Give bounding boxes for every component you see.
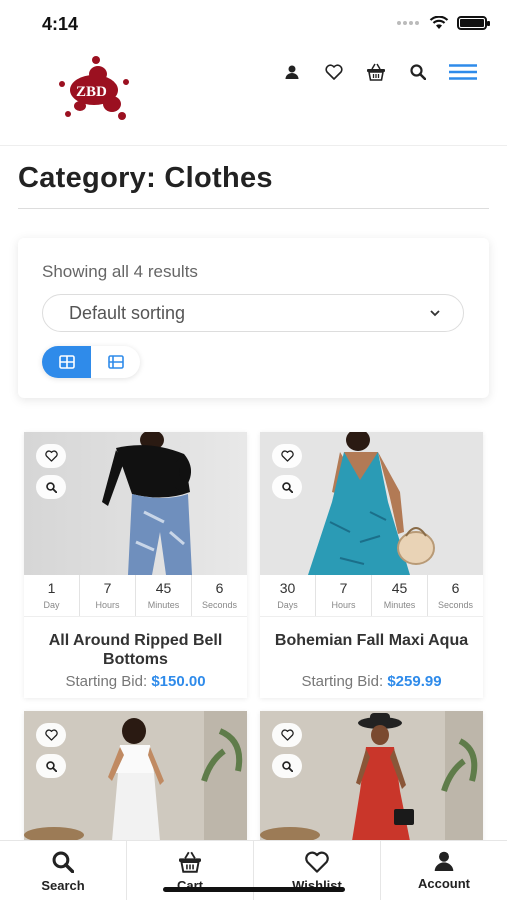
list-view-button[interactable] [91, 346, 140, 378]
product-name[interactable]: Bohemian Fall Maxi Aqua [260, 617, 483, 669]
status-bar: 4:14 [0, 0, 507, 44]
cart-icon[interactable] [355, 58, 397, 86]
add-to-wishlist-button[interactable] [272, 723, 302, 747]
title-divider [18, 208, 489, 209]
quick-view-button[interactable] [36, 475, 66, 499]
heart-icon [44, 729, 58, 741]
product-image[interactable] [260, 711, 483, 841]
product-card[interactable] [24, 711, 247, 841]
add-to-wishlist-button[interactable] [272, 444, 302, 468]
quick-view-button[interactable] [272, 475, 302, 499]
status-indicators [397, 16, 490, 30]
heart-icon [305, 851, 329, 873]
search-icon [45, 481, 57, 493]
product-price: $150.00 [151, 673, 206, 690]
menu-icon[interactable] [439, 58, 487, 86]
logo-text: ZBD [76, 84, 107, 100]
product-image[interactable] [24, 711, 247, 841]
product-image[interactable] [24, 432, 247, 575]
search-icon [281, 760, 293, 772]
nav-label: Account [418, 876, 470, 891]
countdown-minutes: 45 Minutes [372, 575, 428, 616]
grid-icon [58, 355, 75, 369]
wifi-icon [429, 16, 449, 29]
quick-view-button[interactable] [36, 754, 66, 778]
nav-search[interactable]: Search [0, 841, 127, 900]
countdown-seconds: 6 Seconds [437, 580, 474, 610]
heart-icon [280, 729, 294, 741]
results-panel: Showing all 4 results Default sorting [18, 238, 489, 398]
countdown-seconds: 6 Seconds [201, 580, 238, 610]
countdown-hours: 7 Hours [80, 575, 136, 616]
nav-account[interactable]: Account [381, 841, 507, 900]
product-card[interactable]: 30 Days 7 Hours 45 Minutes 6 Seconds Bohemia… [260, 432, 483, 698]
list-icon [107, 355, 124, 369]
account-icon [434, 851, 454, 871]
site-header: ZBD [0, 44, 507, 146]
heart-icon [44, 450, 58, 462]
search-icon [281, 481, 293, 493]
site-logo[interactable]: ZBD [56, 54, 134, 120]
countdown-days: 1 Day [24, 575, 80, 616]
search-icon [45, 760, 57, 772]
home-indicator[interactable] [163, 887, 345, 892]
heart-icon [280, 450, 294, 462]
wishlist-icon[interactable] [313, 58, 355, 86]
auction-countdown: 30 Days 7 Hours 45 Minutes 6 Seconds [260, 575, 483, 617]
product-image[interactable] [260, 432, 483, 575]
quick-view-button[interactable] [272, 754, 302, 778]
results-count: Showing all 4 results [42, 262, 198, 281]
add-to-wishlist-button[interactable] [36, 444, 66, 468]
product-card[interactable]: 1 Day 7 Hours 45 Minutes 6 Seconds All Aroun… [24, 432, 247, 698]
battery-icon [457, 16, 490, 30]
cart-icon [179, 851, 201, 873]
header-icons [271, 58, 487, 86]
chevron-down-icon [430, 310, 440, 317]
countdown-hours: 7 Hours [316, 575, 372, 616]
sort-value: Default sorting [69, 302, 186, 323]
signal-icon [397, 20, 421, 26]
add-to-wishlist-button[interactable] [36, 723, 66, 747]
auction-countdown: 1 Day 7 Hours 45 Minutes 6 Seconds [24, 575, 247, 617]
starting-bid: Starting Bid: $150.00 [65, 673, 206, 690]
countdown-days: 30 Days [260, 575, 316, 616]
countdown-minutes: 45 Minutes [136, 575, 192, 616]
product-card[interactable] [260, 711, 483, 841]
product-name[interactable]: All Around Ripped Bell Bottoms [24, 617, 247, 669]
search-icon [52, 851, 74, 873]
starting-bid: Starting Bid: $259.99 [301, 673, 442, 690]
view-toggle [42, 346, 140, 378]
nav-label: Search [41, 878, 85, 893]
page-title: Category: Clothes [18, 162, 273, 194]
search-icon[interactable] [397, 58, 439, 86]
account-icon[interactable] [271, 58, 313, 86]
sort-dropdown[interactable]: Default sorting [42, 294, 464, 332]
status-time: 4:14 [42, 14, 79, 34]
grid-view-button[interactable] [42, 346, 91, 378]
product-price: $259.99 [387, 673, 442, 690]
